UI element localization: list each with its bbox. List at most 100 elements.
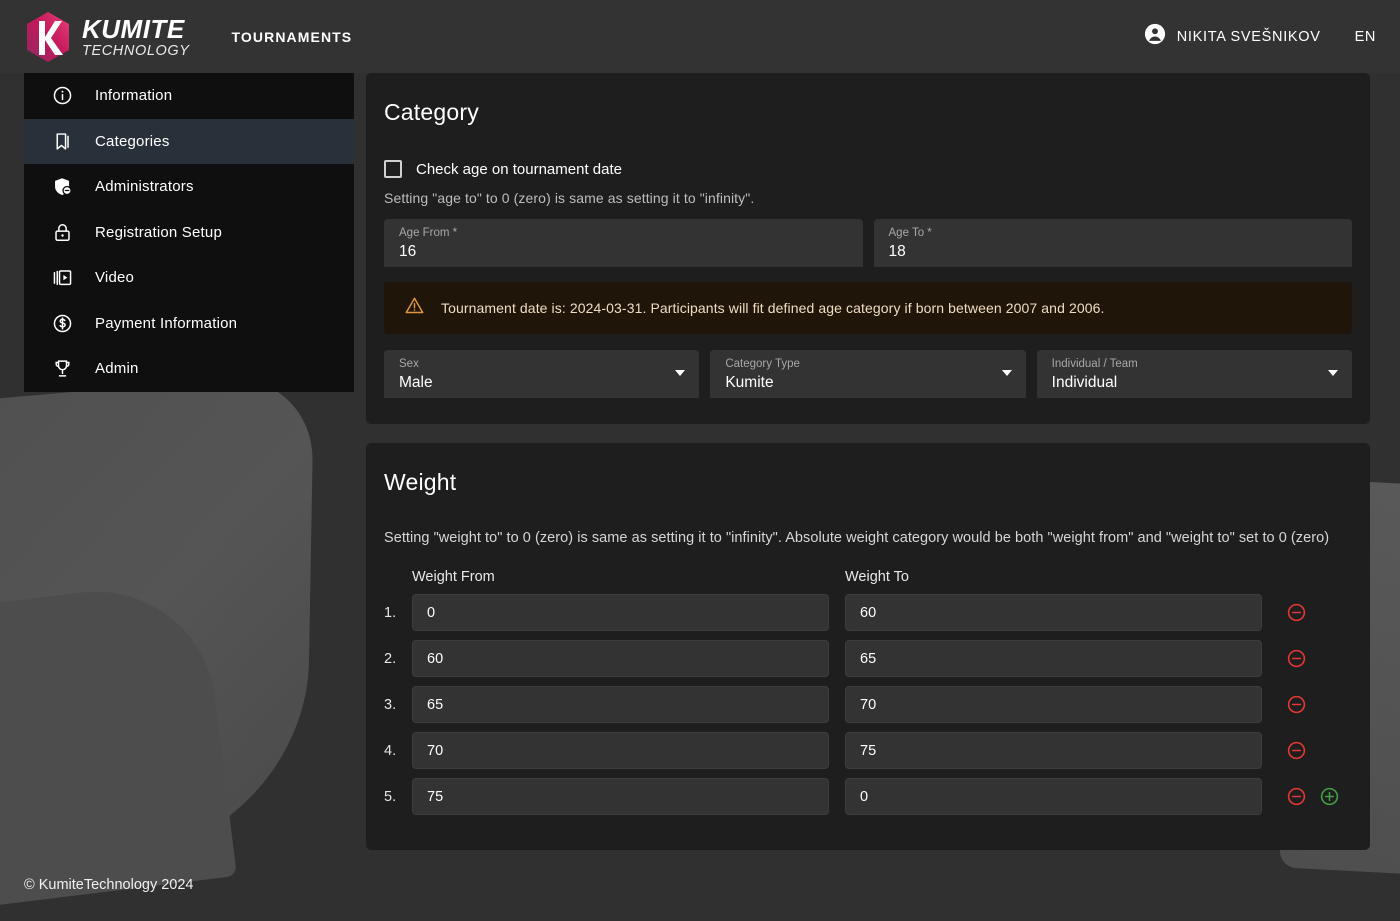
dollar-circle-icon — [50, 311, 74, 335]
category-card: Category Check age on tournament date Se… — [366, 73, 1370, 424]
individual-team-value: Individual — [1052, 372, 1337, 394]
age-to-value: 18 — [889, 241, 1338, 263]
individual-team-label: Individual / Team — [1052, 357, 1337, 371]
weight-row: 3.65 70 — [384, 686, 1352, 723]
weight-from-header: Weight From — [412, 569, 495, 585]
language-switcher[interactable]: EN — [1355, 29, 1376, 45]
sidebar-item-label: Admin — [95, 360, 139, 377]
trophy-icon — [50, 357, 74, 381]
category-type-label: Category Type — [725, 357, 1010, 371]
weight-row-number: 3. — [384, 697, 412, 713]
weight-from-input[interactable]: 65 — [412, 686, 829, 723]
tournament-date-warning: Tournament date is: 2024-03-31. Particip… — [384, 282, 1352, 334]
info-circle-icon — [50, 84, 74, 108]
age-from-field[interactable]: Age From * 16 — [384, 219, 863, 267]
weight-card: Weight Setting "weight to" to 0 (zero) i… — [366, 443, 1370, 850]
sidebar-item-registration-setup[interactable]: Registration Setup — [24, 210, 354, 256]
weight-from-input[interactable]: 60 — [412, 640, 829, 677]
chevron-down-icon — [1002, 370, 1012, 376]
category-type-select[interactable]: Category Type Kumite — [710, 350, 1025, 398]
weight-table-header: Weight From Weight To — [384, 568, 1352, 586]
age-to-field[interactable]: Age To * 18 — [874, 219, 1353, 267]
remove-weight-row-button[interactable] — [1286, 786, 1307, 807]
weight-rows-container: 1.0602.60653.65704.70755.750 — [384, 594, 1352, 815]
chevron-down-icon — [1328, 370, 1338, 376]
copyright-text: © KumiteTechnology 2024 — [24, 877, 193, 893]
nav-tournaments[interactable]: TOURNAMENTS — [232, 29, 353, 45]
sidebar-nav: Information Categories Administrators — [24, 73, 354, 392]
admin-shield-icon — [50, 175, 74, 199]
sidebar-item-payment-information[interactable]: Payment Information — [24, 301, 354, 347]
user-menu[interactable]: NIKITA SVEŠNIKOV — [1144, 23, 1321, 50]
weight-hint-text: Setting "weight to" to 0 (zero) is same … — [384, 530, 1352, 546]
weight-to-input[interactable]: 75 — [845, 732, 1262, 769]
weight-to-header: Weight To — [845, 569, 909, 585]
weight-row-number: 4. — [384, 743, 412, 759]
weight-row-number: 2. — [384, 651, 412, 667]
kumite-hex-logo-icon — [24, 11, 72, 63]
sidebar-item-label: Categories — [95, 133, 170, 150]
age-to-label: Age To * — [889, 226, 1338, 240]
weight-row-actions — [1262, 602, 1352, 623]
weight-title: Weight — [384, 469, 1352, 496]
lock-icon — [50, 220, 74, 244]
weight-from-input[interactable]: 0 — [412, 594, 829, 631]
sidebar-item-label: Registration Setup — [95, 224, 222, 241]
sex-select-label: Sex — [399, 357, 684, 371]
check-age-label: Check age on tournament date — [416, 161, 622, 178]
sex-select[interactable]: Sex Male — [384, 350, 699, 398]
chevron-down-icon — [675, 370, 685, 376]
remove-weight-row-button[interactable] — [1286, 694, 1307, 715]
individual-team-select[interactable]: Individual / Team Individual — [1037, 350, 1352, 398]
weight-to-input[interactable]: 0 — [845, 778, 1262, 815]
age-hint-text: Setting "age to" to 0 (zero) is same as … — [384, 190, 1352, 206]
brand-name-secondary: TECHNOLOGY — [82, 44, 190, 59]
brand-name-primary: KUMITE — [82, 16, 190, 42]
weight-row-actions — [1262, 648, 1352, 669]
bookmark-icon — [50, 129, 74, 153]
sidebar-item-label: Video — [95, 269, 134, 286]
check-age-row[interactable]: Check age on tournament date — [384, 160, 1352, 178]
video-library-icon — [50, 266, 74, 290]
main-content: Category Check age on tournament date Se… — [354, 73, 1400, 850]
user-name-label: NIKITA SVEŠNIKOV — [1177, 29, 1321, 45]
weight-row: 4.70 75 — [384, 732, 1352, 769]
remove-weight-row-button[interactable] — [1286, 648, 1307, 669]
sidebar-item-admin[interactable]: Admin — [24, 346, 354, 392]
remove-weight-row-button[interactable] — [1286, 602, 1307, 623]
weight-row-actions — [1262, 786, 1352, 807]
sidebar-item-information[interactable]: Information — [24, 73, 354, 119]
sidebar-item-label: Administrators — [95, 178, 194, 195]
check-age-checkbox[interactable] — [384, 160, 402, 178]
weight-row-actions — [1262, 694, 1352, 715]
brand-logo[interactable]: KUMITE TECHNOLOGY — [24, 11, 190, 63]
app-footer: © KumiteTechnology 2024 — [0, 848, 1400, 921]
category-select-row: Sex Male Category Type Kumite Individual… — [384, 350, 1352, 398]
weight-to-input[interactable]: 65 — [845, 640, 1262, 677]
sidebar-item-categories[interactable]: Categories — [24, 119, 354, 165]
weight-from-input[interactable]: 70 — [412, 732, 829, 769]
sidebar-item-video[interactable]: Video — [24, 255, 354, 301]
add-weight-row-button[interactable] — [1319, 786, 1340, 807]
weight-to-input[interactable]: 70 — [845, 686, 1262, 723]
weight-from-input[interactable]: 75 — [412, 778, 829, 815]
category-type-value: Kumite — [725, 372, 1010, 394]
age-from-value: 16 — [399, 241, 848, 263]
weight-row-actions — [1262, 740, 1352, 761]
age-field-row: Age From * 16 Age To * 18 — [384, 219, 1352, 267]
weight-row: 5.75 0 — [384, 778, 1352, 815]
warning-message: Tournament date is: 2024-03-31. Particip… — [441, 300, 1104, 316]
warning-triangle-icon — [404, 295, 425, 321]
age-from-label: Age From * — [399, 226, 848, 240]
account-circle-icon — [1144, 23, 1166, 50]
weight-row: 1.060 — [384, 594, 1352, 631]
category-title: Category — [384, 99, 1352, 126]
sidebar-item-label: Information — [95, 87, 172, 104]
sidebar-item-label: Payment Information — [95, 315, 237, 332]
weight-row: 2.60 65 — [384, 640, 1352, 677]
weight-row-number: 5. — [384, 789, 412, 805]
remove-weight-row-button[interactable] — [1286, 740, 1307, 761]
weight-to-input[interactable]: 60 — [845, 594, 1262, 631]
sex-select-value: Male — [399, 372, 684, 394]
sidebar-item-administrators[interactable]: Administrators — [24, 164, 354, 210]
